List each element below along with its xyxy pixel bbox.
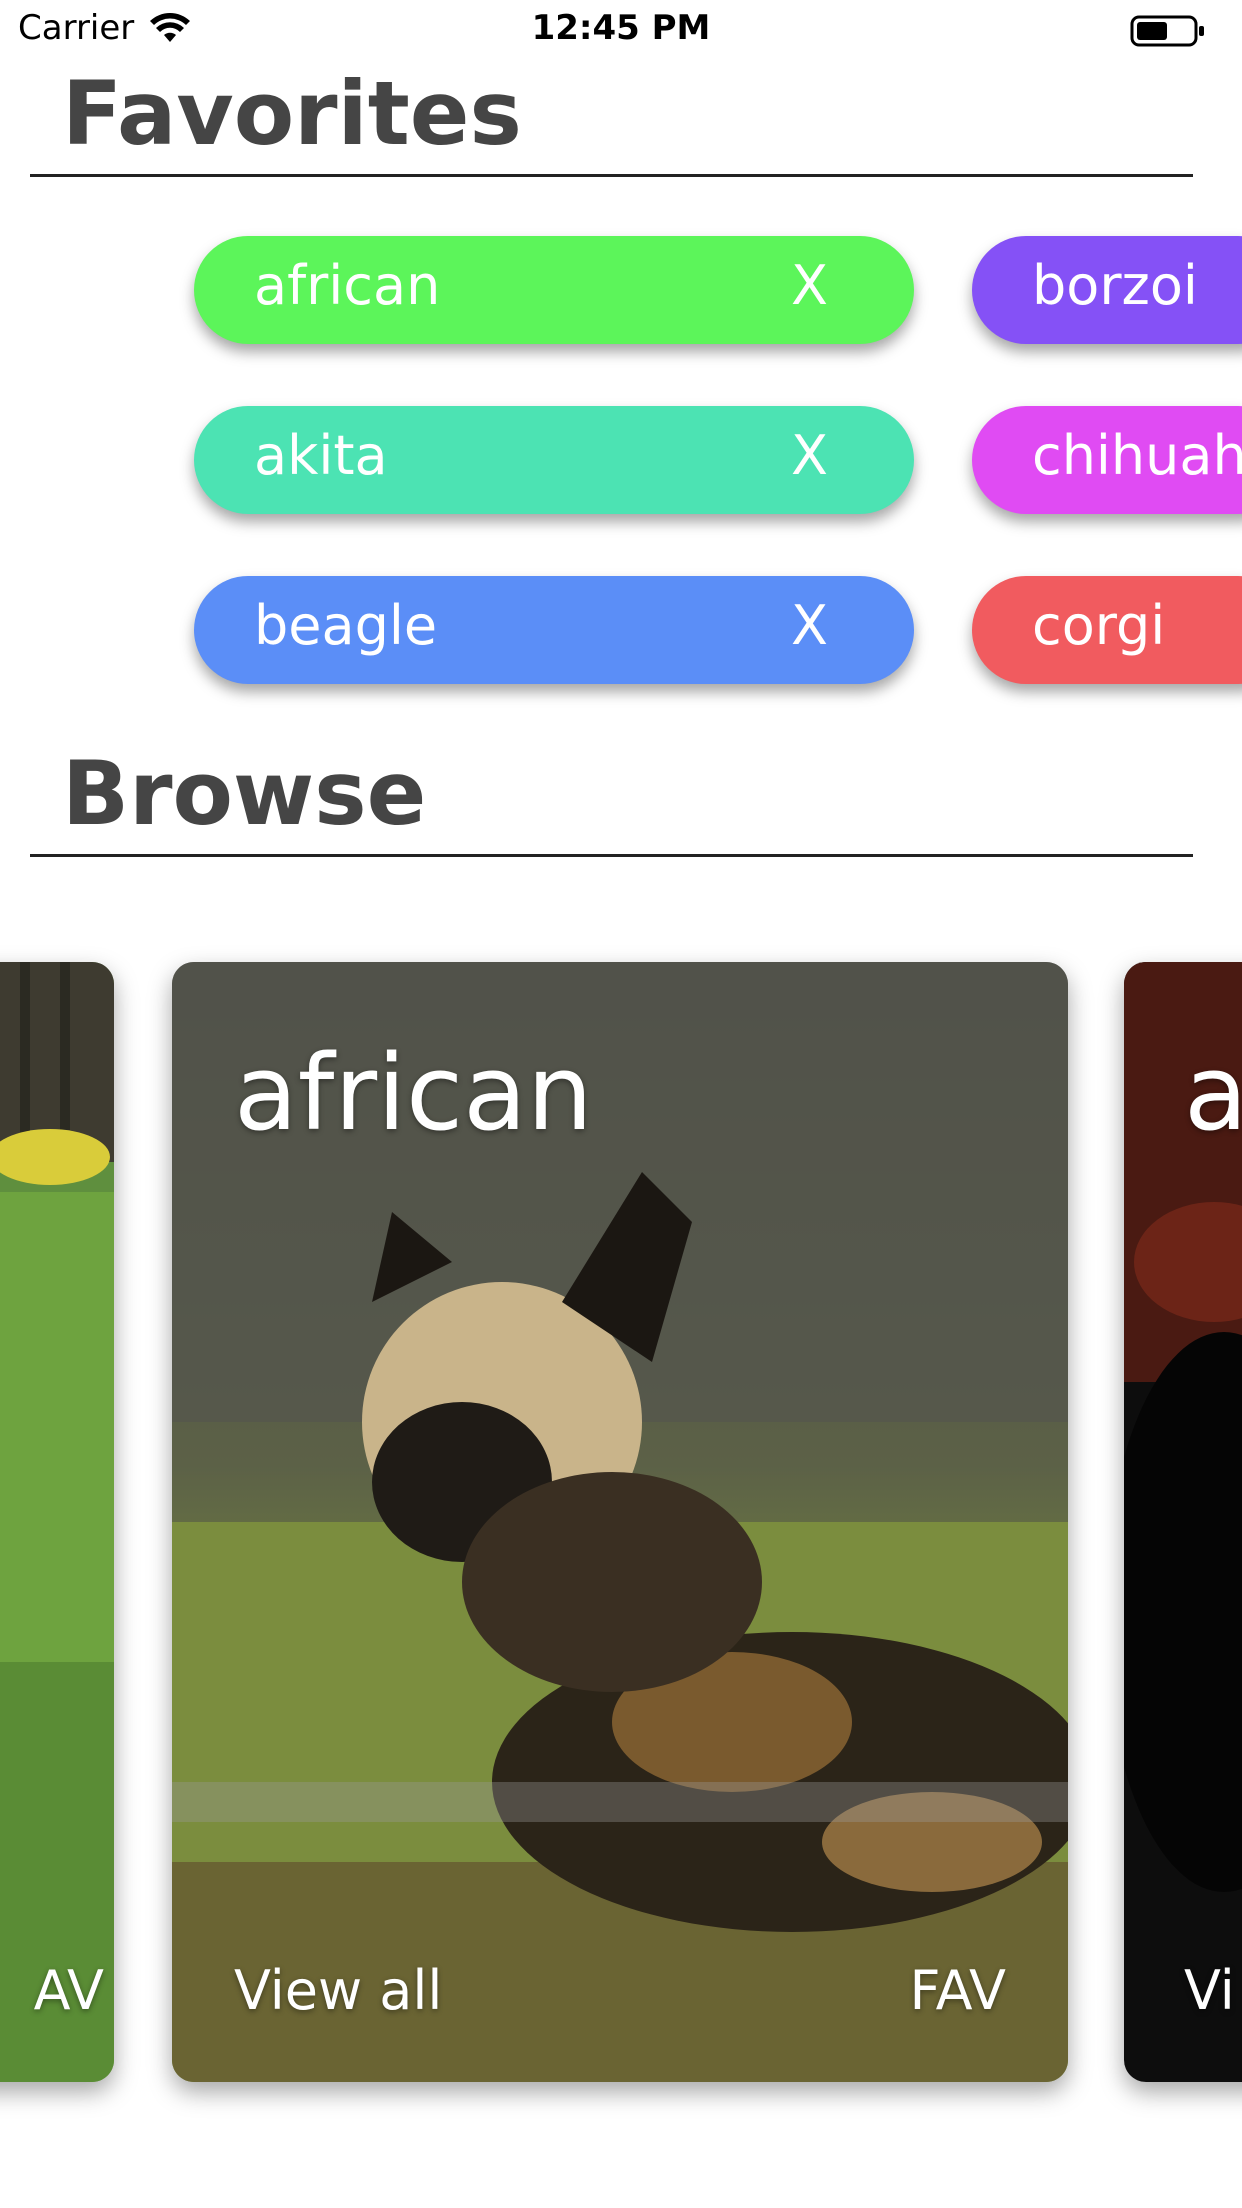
card-fav-button[interactable]: AV [34, 1959, 104, 2022]
battery-icon [1130, 15, 1204, 47]
favorite-pill-chihuahua[interactable]: chihuah [972, 406, 1242, 514]
view-all-button[interactable]: Vi [1184, 1959, 1235, 2022]
favorite-label: corgi [1032, 594, 1166, 657]
favorite-label: beagle [254, 594, 438, 657]
remove-favorite-button[interactable]: X [791, 254, 828, 317]
breed-card-previous[interactable]: AV [0, 962, 114, 2082]
remove-favorite-button[interactable]: X [791, 424, 828, 487]
browse-divider [30, 854, 1193, 857]
breed-photo [0, 962, 114, 2082]
favorite-pill-beagle[interactable]: beagle X [194, 576, 914, 684]
favorite-label: african [254, 254, 441, 317]
favorites-title: Favorites [62, 62, 522, 165]
favorite-pill-corgi[interactable]: corgi [972, 576, 1242, 684]
favorite-label: borzoi [1032, 254, 1198, 317]
favorites-divider [30, 174, 1193, 177]
view-all-button[interactable]: View all [234, 1959, 442, 2022]
card-title: african [234, 1032, 593, 1154]
favorite-pill-akita[interactable]: akita X [194, 406, 914, 514]
favorite-label: chihuah [1032, 424, 1242, 487]
clock: 12:45 PM [531, 8, 711, 48]
favorite-pill-african[interactable]: african X [194, 236, 914, 344]
status-bar: Carrier 12:45 PM [0, 0, 1242, 62]
card-fav-button[interactable]: FAV [909, 1959, 1006, 2022]
breed-card-next[interactable]: a Vi [1124, 962, 1242, 2082]
favorite-pill-borzoi[interactable]: borzoi [972, 236, 1242, 344]
remove-favorite-button[interactable]: X [791, 594, 828, 657]
breed-card-african[interactable]: african View all FAV [172, 962, 1068, 2082]
favorite-label: akita [254, 424, 388, 487]
card-title: a [1184, 1032, 1242, 1154]
browse-title: Browse [62, 742, 427, 845]
